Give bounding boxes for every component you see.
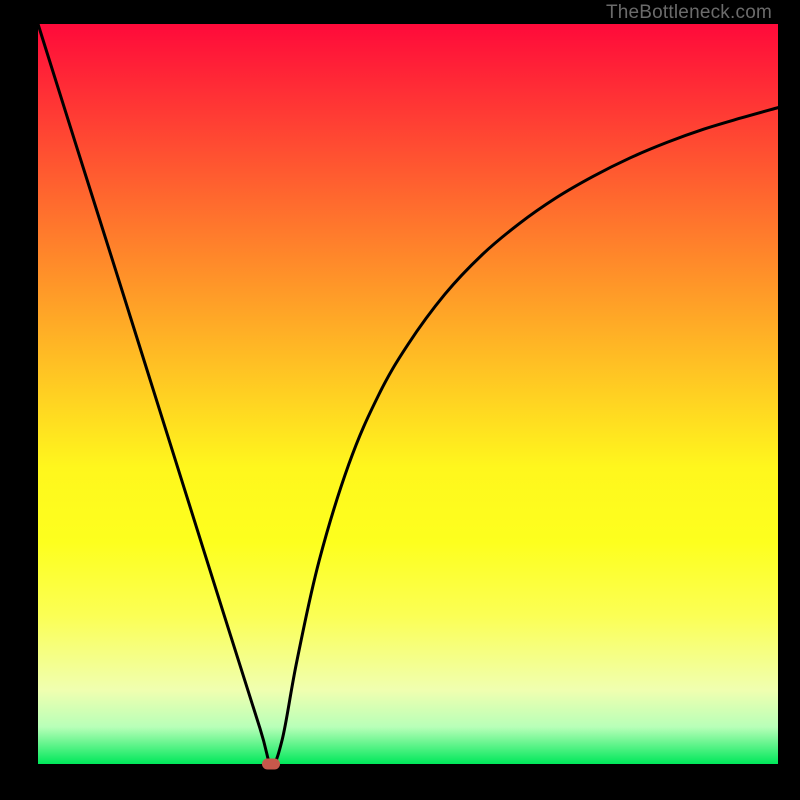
curve-layer	[38, 24, 778, 764]
plot-area	[38, 24, 778, 764]
optimum-marker	[262, 759, 280, 770]
attribution-text: TheBottleneck.com	[606, 2, 772, 24]
chart-frame: TheBottleneck.com	[0, 0, 800, 800]
bottleneck-curve	[38, 24, 778, 764]
